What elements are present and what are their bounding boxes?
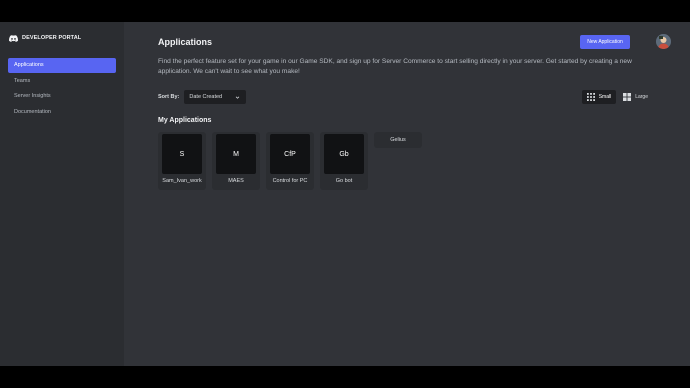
- main-content: Applications New Application Find the pe…: [124, 22, 690, 366]
- list-controls: Sort By: Date Created Small Large: [158, 90, 656, 104]
- app-icon: M: [216, 134, 256, 174]
- brand[interactable]: DEVELOPER PORTAL: [8, 32, 116, 44]
- sort-select[interactable]: Date Created: [184, 90, 247, 104]
- sidebar-item-server-insights[interactable]: Server Insights: [8, 89, 116, 104]
- app-card[interactable]: S Sam_Ivan_work: [158, 132, 206, 190]
- letterbox-bottom: [0, 366, 690, 388]
- app-card[interactable]: Gb Go bot: [320, 132, 368, 190]
- app-icon: S: [162, 134, 202, 174]
- sort-selected-value: Date Created: [189, 94, 223, 100]
- view-small-button[interactable]: Small: [581, 90, 617, 104]
- view-small-label: Small: [598, 94, 612, 100]
- chevron-down-icon: [236, 95, 240, 99]
- app-card[interactable]: CfP Control for PC: [266, 132, 314, 190]
- discord-logo-icon: [9, 34, 18, 42]
- view-large-label: Large: [635, 94, 648, 100]
- user-avatar[interactable]: [656, 34, 671, 49]
- brand-title: DEVELOPER PORTAL: [22, 35, 82, 41]
- app-name: Control for PC: [272, 178, 308, 184]
- app-card[interactable]: M MAES: [212, 132, 260, 190]
- app-icon: CfP: [270, 134, 310, 174]
- sidebar-item-documentation[interactable]: Documentation: [8, 105, 116, 120]
- app-card-loading[interactable]: Gelius: [374, 132, 422, 148]
- view-large-button[interactable]: Large: [618, 90, 653, 104]
- intro-text: Find the perfect feature set for your ga…: [158, 58, 632, 75]
- app-icon: Gb: [324, 134, 364, 174]
- page-title: Applications: [158, 37, 213, 47]
- developer-portal-window: DEVELOPER PORTAL Applications Teams Serv…: [0, 22, 690, 366]
- my-applications-title: My Applications: [158, 117, 212, 124]
- app-name: MAES: [228, 178, 244, 184]
- applications-grid: S Sam_Ivan_work M MAES CfP Control for P…: [158, 132, 656, 190]
- small-grid-icon: [586, 93, 595, 101]
- avatar-image-icon: [656, 34, 671, 49]
- app-name: Gelius: [390, 137, 406, 143]
- sidebar: DEVELOPER PORTAL Applications Teams Serv…: [0, 22, 124, 366]
- view-size-toggle: Small Large: [581, 90, 653, 104]
- sidebar-item-applications[interactable]: Applications: [8, 58, 116, 73]
- large-grid-icon: [623, 93, 632, 101]
- sidebar-item-teams[interactable]: Teams: [8, 74, 116, 89]
- new-application-button[interactable]: New Application: [580, 35, 630, 49]
- sort-label: Sort By:: [158, 94, 180, 100]
- app-name: Go bot: [335, 178, 353, 184]
- app-name: Sam_Ivan_work: [162, 178, 202, 184]
- letterbox-top: [0, 0, 690, 22]
